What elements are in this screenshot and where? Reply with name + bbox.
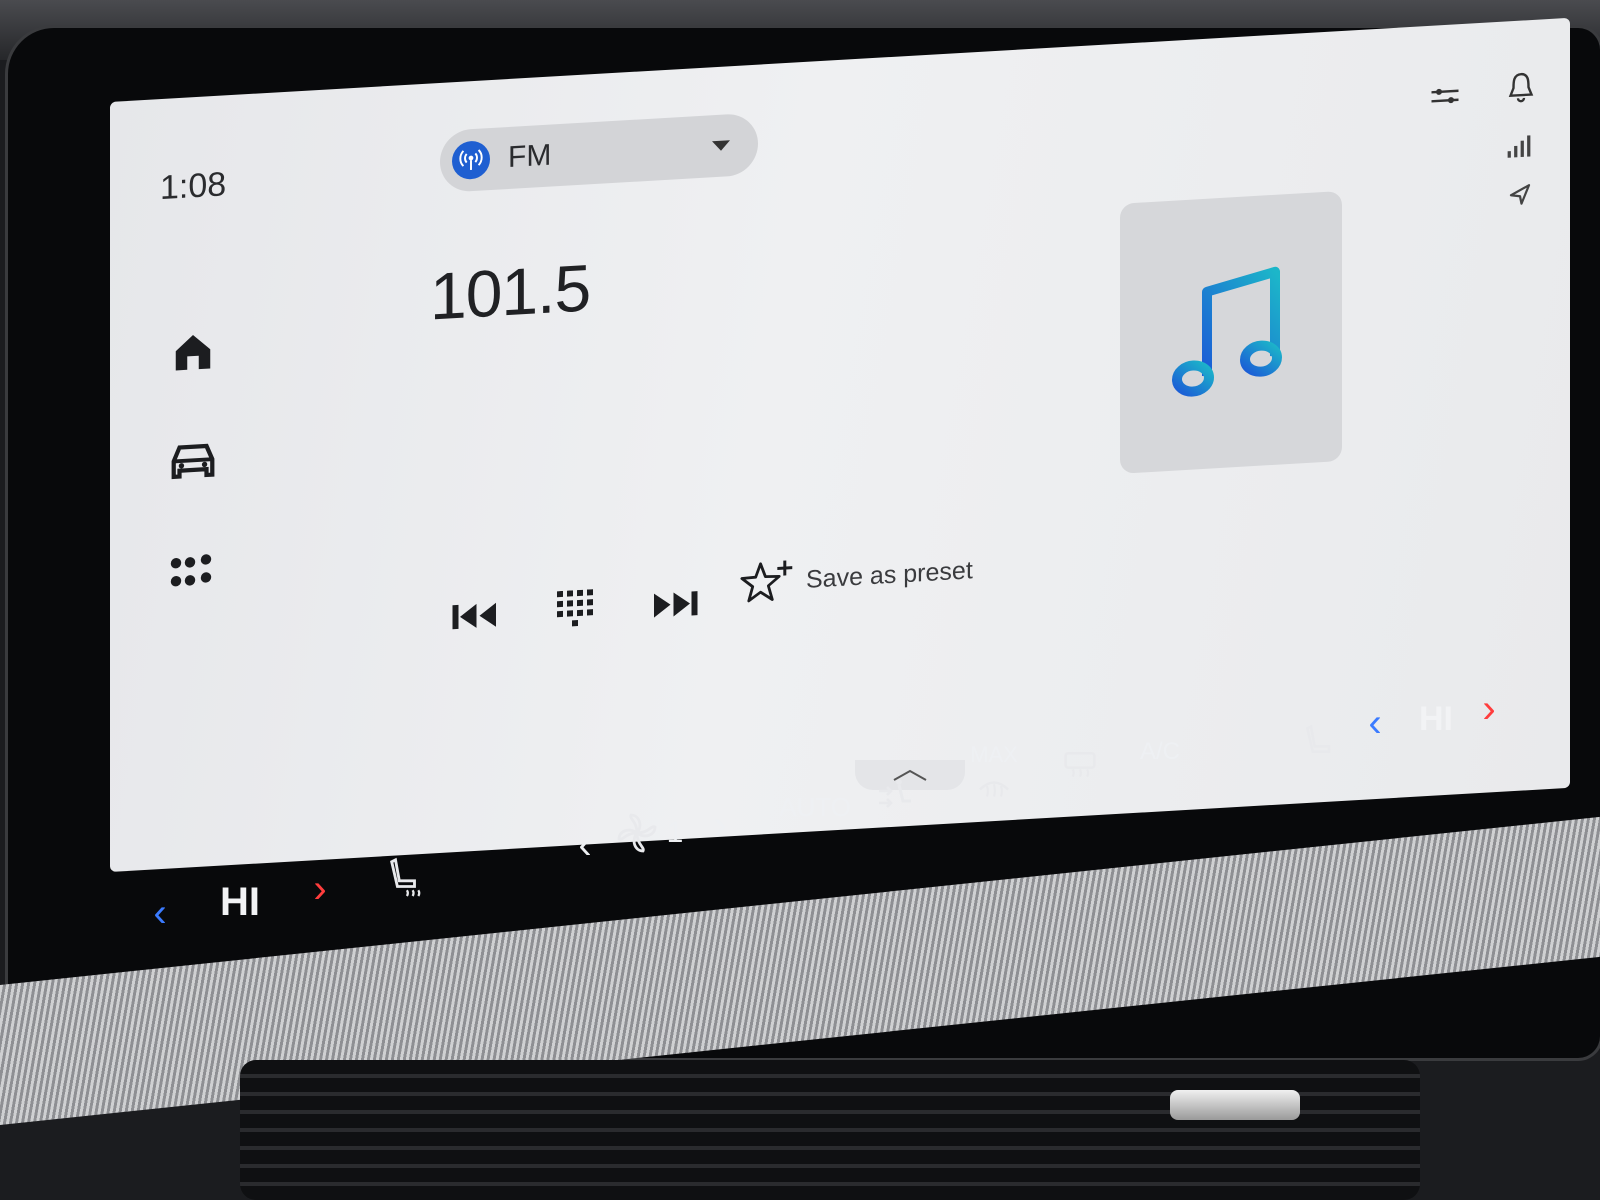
infotainment-screen: 1:08 FM 101.5 Save as preset [110, 17, 1570, 872]
driver-temp-down-button[interactable]: ‹ [140, 888, 180, 938]
chevron-right-icon: › [1482, 686, 1496, 731]
chevron-down-icon [712, 140, 730, 152]
driver-temp-value: HI [220, 879, 260, 924]
passenger-temp-up-button[interactable]: › [1472, 686, 1506, 732]
chevron-left-icon: ‹ [153, 890, 167, 935]
prev-station-button[interactable] [440, 579, 510, 653]
home-button[interactable] [158, 315, 228, 389]
next-station-button[interactable] [640, 567, 710, 641]
chevron-left-icon: ‹ [1368, 700, 1382, 745]
max-defrost-button[interactable] [970, 768, 1018, 804]
bell-icon[interactable] [1506, 70, 1536, 106]
fan-down-button[interactable]: ‹ [565, 820, 605, 870]
air-vent [240, 1060, 1420, 1200]
skip-next-icon [654, 591, 698, 618]
chevron-right-icon: › [713, 802, 727, 847]
airflow-seat-icon [879, 779, 911, 808]
rear-defrost-icon [1064, 751, 1096, 778]
fan-up-button[interactable]: › [700, 800, 740, 850]
skip-previous-icon [452, 602, 496, 630]
left-nav-rail [110, 253, 270, 642]
fan-icon [612, 808, 662, 858]
source-label: FM [508, 138, 552, 175]
settings-sliders-icon[interactable] [1430, 84, 1460, 108]
front-defrost-icon [979, 781, 1009, 797]
source-selector[interactable]: FM [440, 112, 758, 193]
passenger-seat-button[interactable] [1300, 718, 1340, 764]
save-preset-label: Save as preset [806, 555, 973, 594]
keypad-button[interactable] [540, 573, 610, 647]
airflow-mode-button[interactable] [870, 772, 920, 822]
driver-temp-up-button[interactable]: › [300, 864, 340, 914]
navigation-arrow-icon [1509, 184, 1531, 205]
star-add-icon [740, 560, 793, 603]
signal-strength-icon [1507, 135, 1531, 158]
apps-button[interactable] [158, 535, 228, 609]
car-icon [171, 443, 215, 480]
fan-speed-value: 1 [666, 816, 684, 849]
driver-seat-heat-button[interactable] [380, 852, 430, 902]
music-note-icon [1172, 266, 1282, 397]
vent-adjuster[interactable] [1170, 1090, 1300, 1120]
album-art [1120, 190, 1342, 474]
station-frequency: 101.5 [430, 250, 591, 334]
seat-icon [1305, 724, 1331, 754]
passenger-temp-value: HI [1419, 699, 1453, 738]
keypad-icon [557, 589, 593, 627]
passenger-temp-down-button[interactable]: ‹ [1358, 700, 1392, 746]
chevron-left-icon: ‹ [578, 822, 592, 867]
rear-defrost-button[interactable] [1055, 742, 1105, 786]
home-icon [175, 334, 211, 371]
ac-button[interactable]: A/C [1130, 732, 1190, 772]
heated-seat-icon [390, 857, 421, 897]
radio-broadcast-icon [452, 140, 490, 181]
max-defrost-label: MAX [970, 742, 1018, 767]
chevron-right-icon: › [313, 866, 327, 911]
auto-climate-button[interactable]: AUTO [770, 784, 860, 830]
status-icons [1430, 59, 1550, 226]
clock: 1:08 [160, 165, 227, 208]
apps-grid-icon [170, 554, 212, 587]
vehicle-button[interactable] [158, 425, 228, 499]
